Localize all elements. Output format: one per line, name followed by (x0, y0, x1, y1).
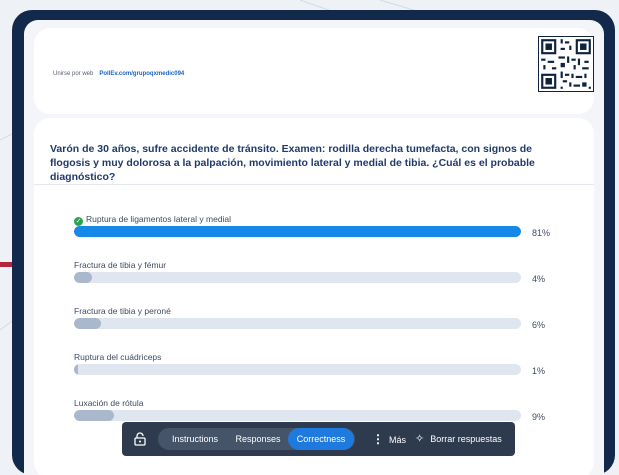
option-row: Ruptura del cuádriceps 1% (74, 352, 574, 392)
question-text: Varón de 30 años, sufre accidente de trá… (50, 143, 535, 183)
option-label: Ruptura del cuádriceps (74, 352, 162, 362)
result-percent: 9% (532, 412, 546, 422)
divider (34, 184, 594, 185)
presenter-toolbar: Instructions Responses Correctness ⋮ Más … (122, 422, 515, 456)
result-bar-track (74, 318, 521, 329)
result-bar-track (74, 226, 521, 237)
option-label: ✓ Ruptura de ligamentos lateral y medial (74, 214, 231, 226)
clear-label: Borrar respuestas (430, 434, 502, 444)
result-bar-track (74, 410, 521, 421)
join-url[interactable]: PollEv.com/grupoqxmedic094 (99, 71, 184, 77)
option-row: ✓ Ruptura de ligamentos lateral y medial … (74, 214, 574, 254)
qr-code (538, 36, 594, 92)
more-label: Más (389, 435, 407, 445)
join-prefix: Unirse por web (53, 71, 94, 77)
poll-panel: Unirse por web PollEv.com/grupoqxmedic094… (24, 20, 604, 475)
result-bar (74, 364, 78, 375)
result-bar (74, 318, 101, 329)
tab-responses[interactable]: Responses (228, 428, 288, 450)
view-mode-switch: Instructions Responses Correctness (158, 428, 355, 450)
result-bar-track (74, 272, 521, 283)
lock-icon[interactable] (132, 431, 148, 447)
clear-responses-button[interactable]: ✧ Borrar respuestas (415, 422, 502, 456)
result-percent: 1% (532, 366, 546, 376)
option-label: Luxación de rótula (74, 398, 144, 408)
result-bar (74, 226, 521, 237)
option-row: Fractura de tibia y fémur 4% (74, 260, 574, 300)
option-label: Fractura de tibia y fémur (74, 260, 167, 270)
tab-instructions[interactable]: Instructions (162, 428, 228, 450)
option-label: Fractura de tibia y peroné (74, 306, 171, 316)
more-vertical-icon: ⋮ (372, 432, 384, 446)
join-instructions-card: Unirse por web PollEv.com/grupoqxmedic094 (34, 28, 594, 114)
more-button[interactable]: ⋮ Más (372, 422, 406, 456)
result-percent: 81% (532, 228, 551, 238)
option-label-text: Ruptura de ligamentos lateral y medial (86, 214, 232, 224)
check-circle-icon: ✓ (74, 217, 83, 226)
join-instructions: Unirse por web PollEv.com/grupoqxmedic094 (53, 71, 184, 77)
tab-correctness[interactable]: Correctness (288, 428, 354, 450)
result-percent: 6% (532, 320, 546, 330)
result-bar-track (74, 364, 521, 375)
option-row: Fractura de tibia y peroné 6% (74, 306, 574, 346)
result-percent: 4% (532, 274, 546, 284)
sparkle-clear-icon: ✧ (415, 433, 425, 445)
result-bar (74, 272, 92, 283)
result-bar (74, 410, 115, 421)
